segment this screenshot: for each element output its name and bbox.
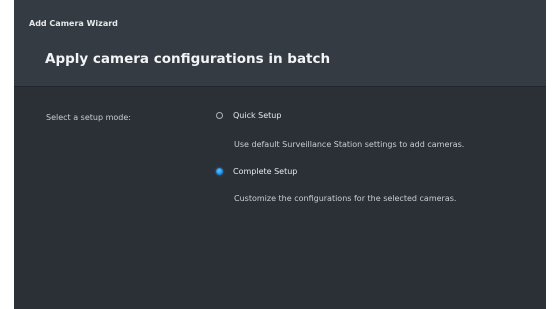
add-camera-wizard-dialog: Add Camera Wizard Apply camera configura… [14, 0, 546, 309]
quick-setup-description: Use default Surveillance Station setting… [234, 140, 465, 149]
window-title: Add Camera Wizard [29, 19, 118, 28]
setup-mode-label: Select a setup mode: [46, 113, 131, 122]
complete-setup-label[interactable]: Complete Setup [233, 167, 297, 176]
title-bar[interactable]: Add Camera Wizard [14, 0, 546, 42]
quick-setup-label[interactable]: Quick Setup [233, 111, 281, 120]
complete-setup-option[interactable]: Complete Setup [216, 164, 297, 178]
wizard-content: Select a setup mode: Quick Setup Use def… [14, 87, 546, 309]
page-title: Apply camera configurations in batch [45, 51, 331, 67]
complete-setup-description: Customize the configurations for the sel… [234, 194, 457, 203]
wizard-header: Apply camera configurations in batch [14, 42, 546, 87]
complete-setup-radio[interactable] [216, 167, 223, 175]
quick-setup-option[interactable]: Quick Setup [216, 108, 281, 122]
quick-setup-radio[interactable] [216, 111, 223, 119]
